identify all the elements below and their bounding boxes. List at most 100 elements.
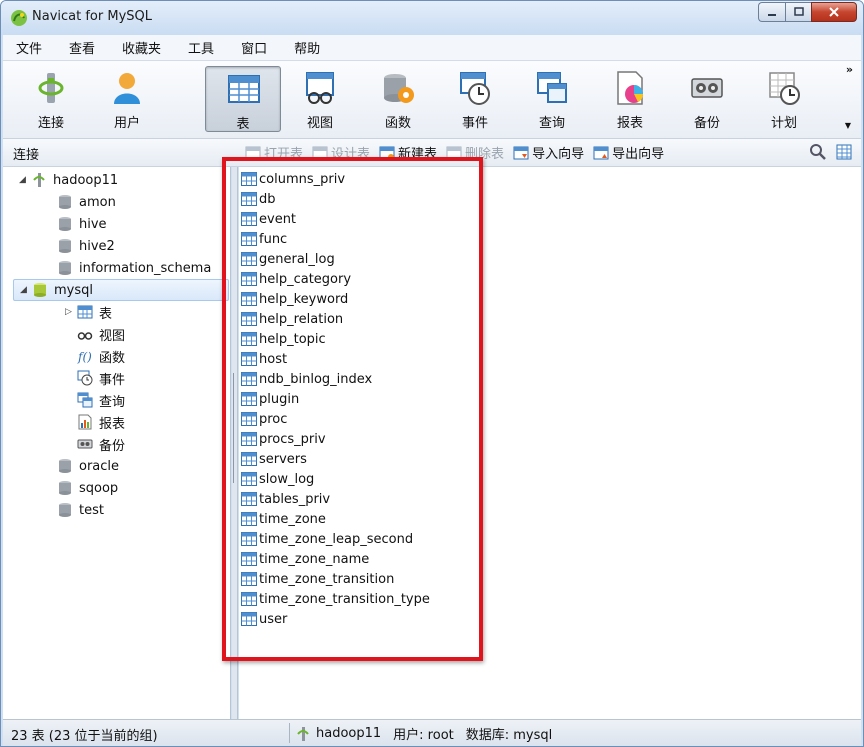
- toolbar-overflow-button[interactable]: »: [846, 63, 853, 76]
- tool-connection[interactable]: 连接: [13, 66, 89, 132]
- connection-icon: [33, 173, 45, 187]
- tool-view[interactable]: 视图: [282, 66, 358, 132]
- tool-schedule[interactable]: 计划: [746, 66, 822, 132]
- search-icon[interactable]: [809, 143, 827, 161]
- menu-favorites[interactable]: 收藏夹: [109, 38, 175, 57]
- table-item[interactable]: help_relation: [241, 309, 343, 329]
- table-icon: [241, 612, 257, 626]
- tool-label: 视图: [306, 116, 333, 131]
- new-table-icon: [379, 146, 395, 160]
- table-name: func: [259, 231, 288, 247]
- table-item[interactable]: servers: [241, 449, 307, 469]
- table-item[interactable]: slow_log: [241, 469, 314, 489]
- tree-db-test[interactable]: test: [57, 499, 104, 521]
- menu-view[interactable]: 查看: [56, 38, 109, 57]
- design-table-button[interactable]: 设计表: [312, 143, 370, 162]
- table-item[interactable]: time_zone_transition: [241, 569, 394, 589]
- tree-db-amon[interactable]: amon: [57, 191, 116, 213]
- tree-mysql-queries[interactable]: 查询: [77, 389, 125, 411]
- close-button[interactable]: [811, 2, 857, 22]
- delete-table-button[interactable]: 删除表: [446, 143, 504, 162]
- menu-file[interactable]: 文件: [3, 38, 56, 57]
- table-item[interactable]: help_topic: [241, 329, 326, 349]
- tree-mysql-backups[interactable]: 备份: [77, 433, 125, 455]
- expanded-arrow-icon[interactable]: ◢: [19, 175, 31, 185]
- table-item[interactable]: columns_priv: [241, 169, 345, 189]
- tool-label: 函数: [384, 116, 411, 131]
- table-icon: [228, 75, 260, 103]
- table-item[interactable]: plugin: [241, 389, 299, 409]
- view-mode-icon[interactable]: [835, 143, 853, 161]
- table-item[interactable]: user: [241, 609, 287, 629]
- query-icon: [537, 72, 567, 103]
- tree-db-hive[interactable]: hive: [57, 213, 107, 235]
- table-item[interactable]: ndb_binlog_index: [241, 369, 372, 389]
- tree-connection[interactable]: ◢ hadoop11: [19, 169, 118, 191]
- table-item[interactable]: proc: [241, 409, 287, 429]
- table-item[interactable]: time_zone_leap_second: [241, 529, 413, 549]
- backup-icon: [77, 439, 93, 449]
- tree-node-label: 表: [99, 306, 113, 322]
- menu-help[interactable]: 帮助: [281, 38, 334, 57]
- table-item[interactable]: procs_priv: [241, 429, 326, 449]
- table-item[interactable]: general_log: [241, 249, 335, 269]
- menu-tools[interactable]: 工具: [175, 38, 228, 57]
- table-item[interactable]: host: [241, 349, 287, 369]
- table-icon: [241, 332, 257, 346]
- tree-db-information-schema[interactable]: information_schema: [57, 257, 211, 279]
- table-icon: [241, 312, 257, 326]
- splitter-grip[interactable]: [233, 373, 237, 483]
- toolbar-options-icon[interactable]: ▼: [845, 121, 851, 130]
- table-icon: [241, 392, 257, 406]
- tool-query[interactable]: 查询: [514, 66, 590, 132]
- tool-backup[interactable]: 备份: [669, 66, 745, 132]
- tree-node-label: 备份: [99, 438, 126, 454]
- table-icon: [241, 292, 257, 306]
- pane-splitter[interactable]: [232, 167, 238, 719]
- database-icon: [59, 459, 71, 473]
- tree-mysql-views[interactable]: 视图: [77, 323, 125, 345]
- table-item[interactable]: help_keyword: [241, 289, 348, 309]
- table-item[interactable]: time_zone_name: [241, 549, 369, 569]
- new-table-button[interactable]: 新建表: [379, 143, 437, 162]
- tree-db-mysql[interactable]: ◢ mysql: [13, 279, 229, 301]
- database-icon: [59, 239, 71, 253]
- export-wizard-button[interactable]: 导出向导: [593, 143, 664, 162]
- collapsed-arrow-icon[interactable]: ▷: [65, 307, 77, 317]
- open-table-button[interactable]: 打开表: [245, 143, 303, 162]
- status-database: 数据库: mysql: [465, 728, 553, 743]
- table-item[interactable]: func: [241, 229, 287, 249]
- table-item[interactable]: db: [241, 189, 276, 209]
- view-icon: [77, 332, 93, 340]
- tool-report[interactable]: 报表: [592, 66, 668, 132]
- event-icon: [460, 72, 490, 105]
- tree-db-oracle[interactable]: oracle: [57, 455, 119, 477]
- table-item[interactable]: event: [241, 209, 296, 229]
- tool-table[interactable]: 表: [205, 66, 281, 132]
- table-item[interactable]: time_zone_transition_type: [241, 589, 430, 609]
- import-wizard-button[interactable]: 导入向导: [513, 143, 584, 162]
- table-icon: [241, 472, 257, 486]
- tree-mysql-events[interactable]: 事件: [77, 367, 125, 389]
- tree-db-hive2[interactable]: hive2: [57, 235, 115, 257]
- table-item[interactable]: time_zone: [241, 509, 326, 529]
- table-name: time_zone_name: [259, 551, 370, 567]
- table-item[interactable]: tables_priv: [241, 489, 330, 509]
- table-item[interactable]: help_category: [241, 269, 351, 289]
- tool-event[interactable]: 事件: [437, 66, 513, 132]
- tool-label: 报表: [616, 116, 643, 131]
- backup-icon: [691, 78, 723, 98]
- table-icon: [241, 592, 257, 606]
- menu-window[interactable]: 窗口: [228, 38, 281, 57]
- tree-mysql-tables[interactable]: ▷ 表: [65, 301, 112, 323]
- tool-user[interactable]: 用户: [89, 66, 165, 132]
- tree-node-label: 事件: [99, 372, 126, 388]
- tree-db-sqoop[interactable]: sqoop: [57, 477, 118, 499]
- minimize-button[interactable]: [758, 2, 785, 22]
- tree-mysql-reports[interactable]: 报表: [77, 411, 125, 433]
- tool-function[interactable]: 函数: [360, 66, 436, 132]
- delete-table-icon: [446, 146, 462, 159]
- maximize-button[interactable]: [785, 2, 811, 22]
- expanded-arrow-icon[interactable]: ◢: [20, 285, 32, 295]
- tree-mysql-functions[interactable]: f() 函数: [77, 345, 125, 367]
